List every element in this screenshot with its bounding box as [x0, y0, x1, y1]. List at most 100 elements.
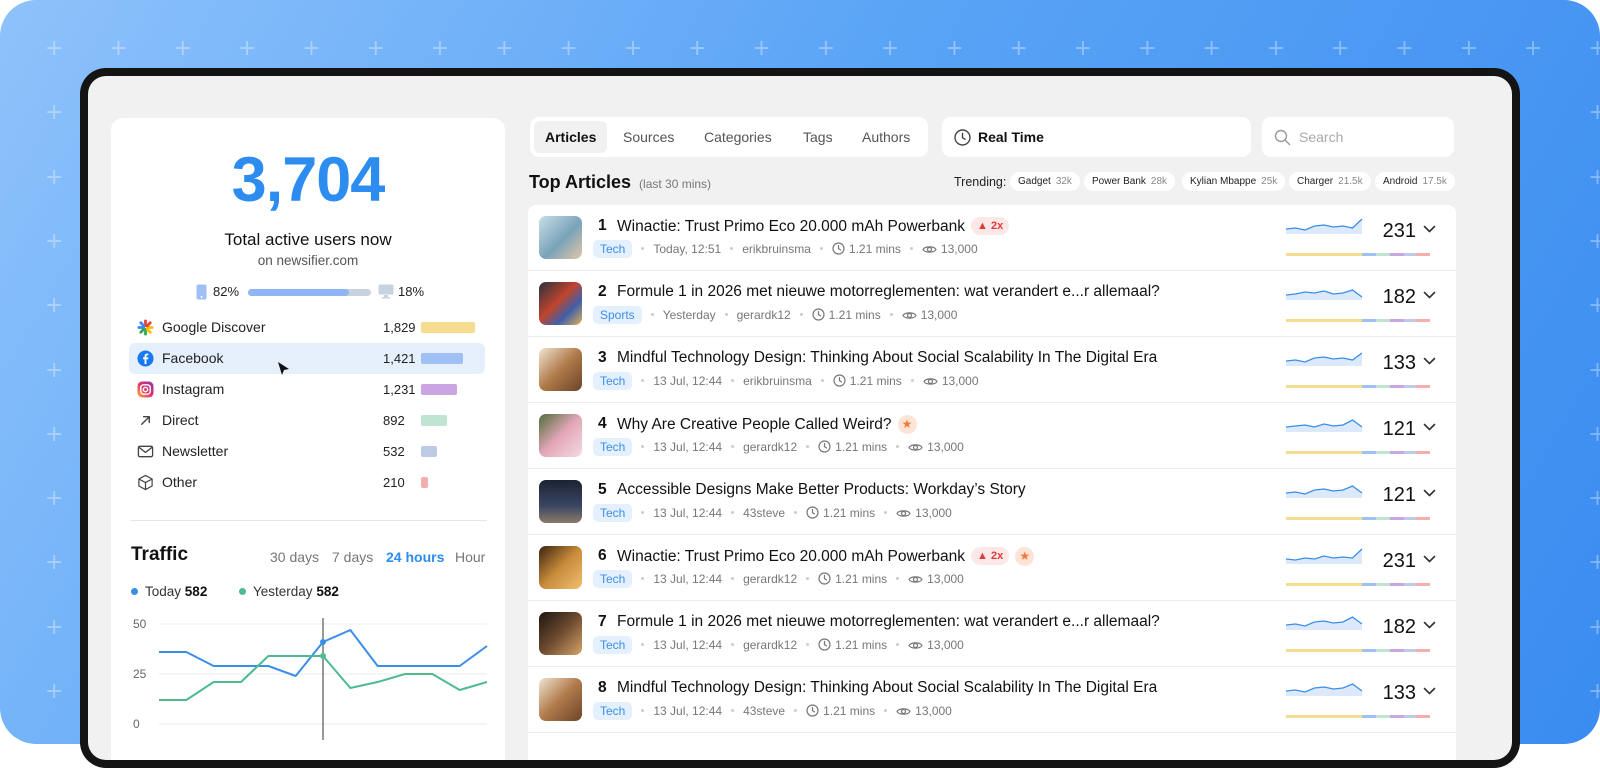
article-thumbnail[interactable] — [539, 216, 582, 259]
sparkline-segment — [1362, 517, 1376, 520]
source-row-newsletter[interactable]: Newsletter 532 — [129, 436, 485, 467]
article-rank: 6 — [598, 547, 607, 564]
article-thumbnail[interactable] — [539, 348, 582, 391]
read-time: 1.21 mins — [828, 308, 881, 322]
tab-articles[interactable]: Articles — [534, 121, 608, 153]
article-row[interactable]: 8 Mindful Technology Design: Thinking Ab… — [528, 667, 1456, 733]
category-tag[interactable]: Tech — [593, 438, 633, 456]
view-count: 13,000 — [941, 374, 979, 388]
meta-separator — [819, 247, 823, 250]
publish-date: 13 Jul, 12:44 — [653, 638, 723, 652]
article-title[interactable]: Formule 1 in 2026 met nieuwe motorreglem… — [617, 283, 1160, 300]
meta-separator — [641, 577, 645, 580]
article-row[interactable]: 1 Winactie: Trust Primo Eco 20.000 mAh P… — [528, 205, 1456, 271]
trending-chip[interactable]: Power Bank 28k — [1084, 172, 1176, 191]
category-tag[interactable]: Tech — [593, 504, 633, 522]
chevron-down-icon[interactable] — [1423, 687, 1436, 696]
background-plus-mark: + — [45, 164, 64, 190]
meta-separator — [806, 577, 810, 580]
source-row-google-discover[interactable]: Google Discover 1,829 — [129, 312, 485, 343]
article-row[interactable]: 4 Why Are Creative People Called Weird? ★… — [528, 403, 1456, 469]
search-box[interactable]: Search — [1262, 117, 1454, 157]
article-title[interactable]: Accessible Designs Make Better Products:… — [617, 481, 1026, 498]
chevron-down-icon[interactable] — [1423, 555, 1436, 564]
author-name[interactable]: gerardk12 — [737, 308, 791, 322]
chevron-down-icon[interactable] — [1423, 621, 1436, 630]
article-thumbnail[interactable] — [539, 546, 582, 589]
background-plus-mark: + — [880, 36, 900, 61]
view-count: 13,000 — [915, 704, 952, 718]
trending-chip[interactable]: Kylian Mbappe 25k — [1182, 172, 1286, 191]
eye-icon — [923, 378, 938, 385]
tab-sources[interactable]: Sources — [612, 121, 685, 153]
chevron-down-icon[interactable] — [1423, 225, 1436, 234]
range-7-days[interactable]: 7 days — [332, 549, 373, 565]
article-row[interactable]: 7 Formule 1 in 2026 met nieuwe motorregl… — [528, 601, 1456, 667]
range-24-hours[interactable]: 24 hours — [386, 549, 444, 565]
author-name[interactable]: 43steve — [743, 704, 785, 718]
author-name[interactable]: erikbruinsma — [743, 374, 812, 388]
article-row[interactable]: 2 Formule 1 in 2026 met nieuwe motorregl… — [528, 271, 1456, 337]
article-title[interactable]: Winactie: Trust Primo Eco 20.000 mAh Pow… — [617, 548, 965, 565]
category-tag[interactable]: Tech — [593, 636, 633, 654]
article-title[interactable]: Winactie: Trust Primo Eco 20.000 mAh Pow… — [617, 218, 965, 235]
article-row[interactable]: 3 Mindful Technology Design: Thinking Ab… — [528, 337, 1456, 403]
article-thumbnail[interactable] — [539, 612, 582, 655]
desktop-icon — [378, 284, 394, 299]
chevron-down-icon[interactable] — [1423, 489, 1436, 498]
sparkline-segment — [1286, 253, 1362, 256]
arrow-up-right-icon — [137, 412, 154, 429]
category-tag[interactable]: Tech — [593, 570, 633, 588]
chevron-down-icon[interactable] — [1423, 357, 1436, 366]
meta-separator — [641, 445, 645, 448]
article-thumbnail[interactable] — [539, 678, 582, 721]
category-tag[interactable]: Sports — [593, 306, 642, 324]
article-title[interactable]: Mindful Technology Design: Thinking Abou… — [617, 349, 1157, 366]
site-label: on newsifier.com — [257, 253, 359, 268]
author-name[interactable]: gerardk12 — [743, 638, 797, 652]
range-30-days[interactable]: 30 days — [270, 549, 319, 565]
article-title[interactable]: Why Are Creative People Called Weird? — [617, 416, 892, 433]
article-thumbnail[interactable] — [539, 480, 582, 523]
source-row-direct[interactable]: Direct 892 — [129, 405, 485, 436]
source-row-instagram[interactable]: Instagram 1,231 — [129, 374, 485, 405]
background-plus-mark: + — [1588, 421, 1600, 447]
tab-authors[interactable]: Authors — [851, 121, 921, 153]
category-tag[interactable]: Tech — [593, 702, 633, 720]
category-tag[interactable]: Tech — [593, 240, 633, 258]
source-value: 1,231 — [383, 382, 416, 397]
category-tag[interactable]: Tech — [593, 372, 633, 390]
read-time: 1.21 mins — [849, 374, 902, 388]
cube-icon — [137, 474, 154, 491]
chevron-down-icon[interactable] — [1423, 291, 1436, 300]
source-value: 892 — [383, 413, 405, 428]
article-row[interactable]: 6 Winactie: Trust Primo Eco 20.000 mAh P… — [528, 535, 1456, 601]
chevron-down-icon[interactable] — [1423, 423, 1436, 432]
article-thumbnail[interactable] — [539, 414, 582, 457]
realtime-selector[interactable]: Real Time — [942, 117, 1251, 157]
sparkline-segment — [1416, 649, 1430, 652]
background-plus-mark: + — [495, 36, 514, 61]
author-name[interactable]: 43steve — [743, 506, 785, 520]
sparkline-segment — [1376, 517, 1390, 520]
trending-term: Kylian Mbappe — [1190, 176, 1257, 187]
author-name[interactable]: gerardk12 — [743, 572, 797, 586]
article-thumbnail[interactable] — [539, 282, 582, 325]
tab-tags[interactable]: Tags — [792, 121, 844, 153]
article-meta: Tech 13 Jul, 12:44 gerardk12 1.21 mins 13,00… — [593, 636, 964, 654]
article-title[interactable]: Mindful Technology Design: Thinking Abou… — [617, 679, 1157, 696]
tab-categories[interactable]: Categories — [693, 121, 783, 153]
article-title[interactable]: Formule 1 in 2026 met nieuwe motorreglem… — [617, 613, 1160, 630]
trending-chip[interactable]: Charger 21.5k — [1289, 172, 1371, 191]
active-users-count: 3,704 — [231, 145, 386, 215]
range-hour[interactable]: Hour — [455, 549, 485, 565]
source-value: 1,421 — [383, 351, 416, 366]
trending-chip[interactable]: Android 17.5k — [1375, 172, 1455, 191]
source-row-other[interactable]: Other 210 — [129, 467, 485, 498]
source-row-facebook[interactable]: Facebook 1,421 — [129, 343, 485, 375]
traffic-chart[interactable]: 50 25 0 — [129, 610, 489, 760]
author-name[interactable]: gerardk12 — [743, 440, 797, 454]
trending-chip[interactable]: Gadget 32k — [1010, 172, 1080, 191]
author-name[interactable]: erikbruinsma — [742, 242, 811, 256]
article-row[interactable]: 5 Accessible Designs Make Better Product… — [528, 469, 1456, 535]
